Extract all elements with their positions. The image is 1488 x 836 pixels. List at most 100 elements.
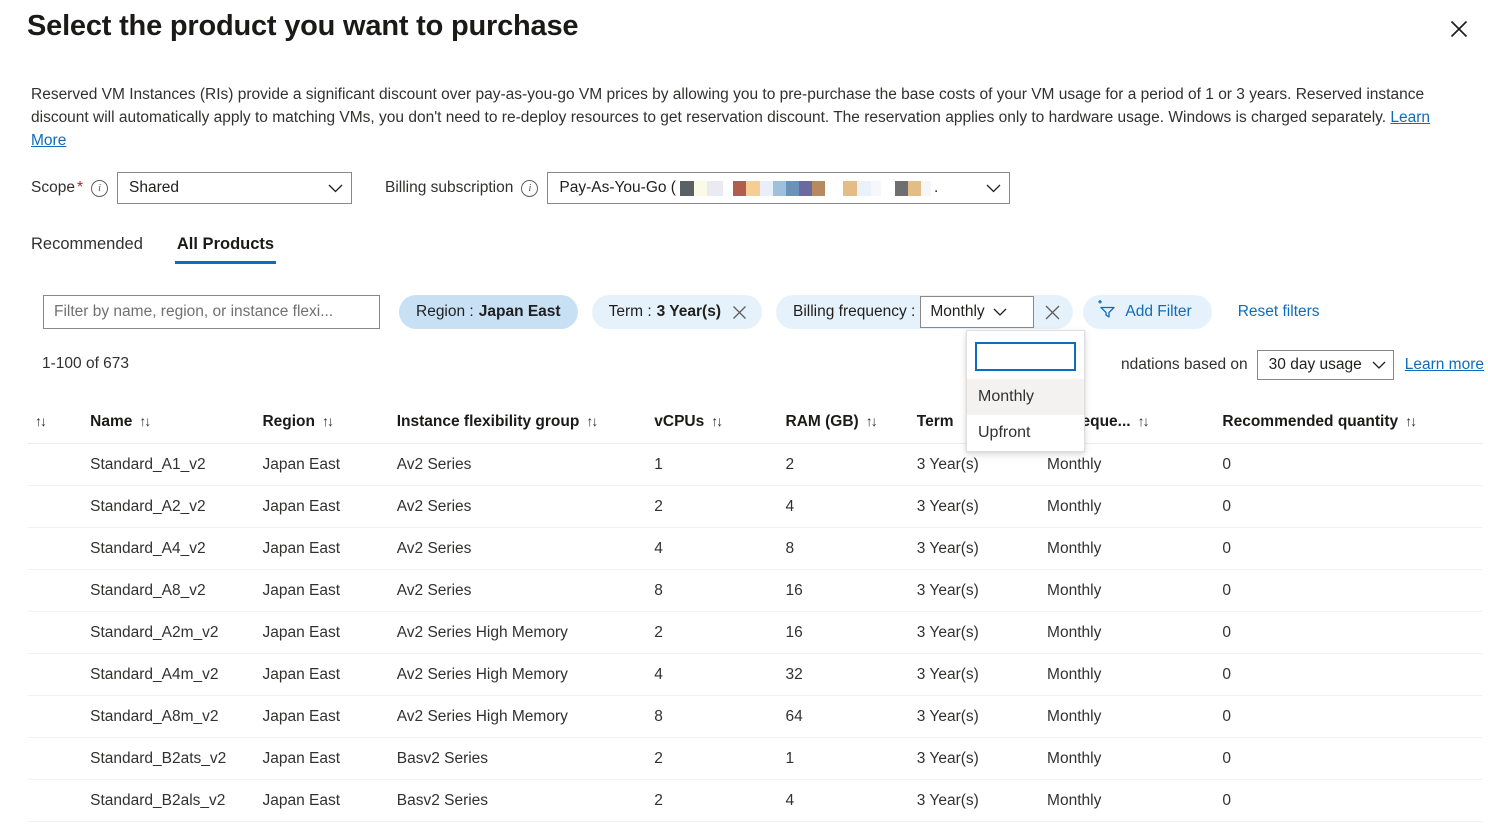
sort-icon[interactable]: ↑↓ xyxy=(35,413,47,429)
scope-dropdown[interactable]: Shared xyxy=(117,172,352,204)
table-row[interactable]: Standard_B2ats_v2 Japan East Basv2 Series 2… xyxy=(28,737,1483,780)
redacted-block xyxy=(732,180,746,196)
table-row[interactable]: Standard_B2als_v2 Japan East Basv2 Series 2… xyxy=(28,779,1483,822)
sort-icon[interactable]: ↑↓ xyxy=(711,413,723,429)
close-button[interactable] xyxy=(1440,10,1478,48)
row-select-checkbox[interactable] xyxy=(28,569,91,612)
cell-bfreq: Monthly xyxy=(1047,527,1223,570)
cell-name: Standard_B2als_v2 xyxy=(90,779,263,822)
redacted-block xyxy=(759,180,773,196)
sort-icon[interactable]: ↑↓ xyxy=(1405,413,1417,429)
cell-ram: 64 xyxy=(785,695,917,738)
cell-region: Japan East xyxy=(262,443,397,486)
cell-bfreq: Monthly xyxy=(1047,695,1223,738)
cell-ram: 32 xyxy=(785,653,917,696)
usage-window-dropdown[interactable]: 30 day usage xyxy=(1256,350,1394,380)
remove-term-filter-button[interactable] xyxy=(726,299,752,325)
table-row[interactable]: Standard_A4m_v2 Japan East Av2 Series High… xyxy=(28,653,1483,696)
row-select-checkbox[interactable] xyxy=(28,485,91,528)
row-select-checkbox[interactable] xyxy=(28,611,91,654)
table-row[interactable]: Standard_A1_v2 Japan East Av2 Series 1 2 3 Ye… xyxy=(28,443,1483,486)
sort-icon[interactable]: ↑↓ xyxy=(866,413,878,429)
search-input[interactable] xyxy=(43,295,380,329)
sort-icon[interactable]: ↑↓ xyxy=(322,413,334,429)
billing-frequency-option-upfront[interactable]: Upfront xyxy=(967,415,1084,451)
cell-ram: 2 xyxy=(785,443,917,486)
column-header-vcpus[interactable]: vCPUs ↑↓ xyxy=(654,405,786,444)
sort-icon[interactable]: ↑↓ xyxy=(586,413,598,429)
column-header-ram[interactable]: RAM (GB) ↑↓ xyxy=(785,405,917,444)
row-select-checkbox[interactable] xyxy=(28,527,91,570)
usage-window-value: 30 day usage xyxy=(1268,356,1362,373)
cell-ifg: Av2 Series High Memory xyxy=(396,611,655,654)
tab-all-products[interactable]: All Products xyxy=(174,235,277,264)
billing-frequency-dropdown-panel: Monthly Upfront xyxy=(966,330,1085,452)
sort-icon[interactable]: ↑↓ xyxy=(1138,413,1150,429)
add-filter-icon xyxy=(1097,300,1116,324)
cell-ram: 1 xyxy=(785,737,917,780)
cell-vcpus: 4 xyxy=(654,653,786,696)
filter-pill-term[interactable]: Term : 3 Year(s) xyxy=(591,295,763,329)
cell-region: Japan East xyxy=(262,569,397,612)
table-row[interactable]: Standard_A4_v2 Japan East Av2 Series 4 8 3 Ye… xyxy=(28,527,1483,570)
billing-frequency-search-input[interactable] xyxy=(975,342,1076,371)
column-header-region[interactable]: Region ↑↓ xyxy=(262,405,397,444)
remove-billing-frequency-filter-button[interactable] xyxy=(1039,299,1065,325)
close-icon xyxy=(1449,19,1469,39)
description-text: Reserved VM Instances (RIs) provide a si… xyxy=(31,86,1425,126)
cell-term: 3 Year(s) xyxy=(916,485,1048,528)
cell-ifg: Av2 Series xyxy=(396,485,655,528)
tab-recommended[interactable]: Recommended xyxy=(29,235,145,264)
redacted-block xyxy=(706,180,723,196)
column-header-recommended-quantity[interactable]: Recommended quantity ↑↓ xyxy=(1222,405,1483,444)
cell-region: Japan East xyxy=(262,611,397,654)
page-title: Select the product you want to purchase xyxy=(27,10,579,42)
reset-filters-button[interactable]: Reset filters xyxy=(1238,303,1320,321)
billing-frequency-option-monthly[interactable]: Monthly xyxy=(967,379,1084,415)
add-filter-button[interactable]: Add Filter xyxy=(1083,295,1212,329)
recommendation-learn-more-link[interactable]: Learn more xyxy=(1405,356,1484,374)
billing-frequency-dropdown[interactable]: Monthly xyxy=(920,296,1035,328)
table-header-row: ↑↓ Name ↑↓ Region ↑↓ Instance flexibility … xyxy=(28,405,1483,444)
cell-region: Japan East xyxy=(262,737,397,780)
filter-pill-region[interactable]: Region : Japan East xyxy=(399,295,578,329)
billing-subscription-dropdown[interactable]: Pay-As-You-Go ( . xyxy=(547,172,1011,204)
table-row[interactable]: Standard_A2m_v2 Japan East Av2 Series High… xyxy=(28,611,1483,654)
scope-info-icon[interactable]: i xyxy=(91,179,108,197)
cell-vcpus: 1 xyxy=(654,443,786,486)
sort-icon[interactable]: ↑↓ xyxy=(139,413,151,429)
table-row[interactable]: Standard_A8m_v2 Japan East Av2 Series High… xyxy=(28,695,1483,738)
cell-name: Standard_A2m_v2 xyxy=(90,611,263,654)
column-header-instance-flexibility-group[interactable]: Instance flexibility group ↑↓ xyxy=(396,405,655,444)
row-select-checkbox[interactable] xyxy=(28,695,91,738)
redacted-block xyxy=(920,180,931,196)
table-row[interactable]: Standard_A2_v2 Japan East Av2 Series 2 4 3 Ye… xyxy=(28,485,1483,528)
cell-name: Standard_A4_v2 xyxy=(90,527,263,570)
column-header-select[interactable]: ↑↓ xyxy=(28,405,91,444)
row-select-checkbox[interactable] xyxy=(28,443,91,486)
redacted-subscription-id xyxy=(679,180,931,196)
chevron-down-icon xyxy=(993,303,1007,321)
redacted-block xyxy=(811,180,825,196)
redacted-block xyxy=(907,180,921,196)
cell-ifg: Av2 Series xyxy=(396,527,655,570)
billing-subscription-suffix: . xyxy=(933,179,939,196)
cell-ifg: Av2 Series High Memory xyxy=(396,695,655,738)
cell-region: Japan East xyxy=(262,485,397,528)
row-select-checkbox[interactable] xyxy=(28,653,91,696)
cell-qty: 0 xyxy=(1222,569,1483,612)
row-select-checkbox[interactable] xyxy=(28,779,91,822)
column-header-name[interactable]: Name ↑↓ xyxy=(90,405,263,444)
product-tabs: Recommended All Products xyxy=(29,235,277,264)
cell-term: 3 Year(s) xyxy=(916,527,1048,570)
chevron-down-icon xyxy=(318,184,343,193)
add-filter-label: Add Filter xyxy=(1125,303,1192,320)
filter-pill-billing-frequency[interactable]: Billing frequency : Monthly xyxy=(776,295,1074,329)
cell-vcpus: 8 xyxy=(654,569,786,612)
table-row[interactable]: Standard_A8_v2 Japan East Av2 Series 8 16 3 Y… xyxy=(28,569,1483,612)
billing-subscription-info-icon[interactable]: i xyxy=(521,179,539,197)
cell-region: Japan East xyxy=(262,653,397,696)
cell-term: 3 Year(s) xyxy=(916,611,1048,654)
cell-ifg: Av2 Series xyxy=(396,443,655,486)
row-select-checkbox[interactable] xyxy=(28,737,91,780)
